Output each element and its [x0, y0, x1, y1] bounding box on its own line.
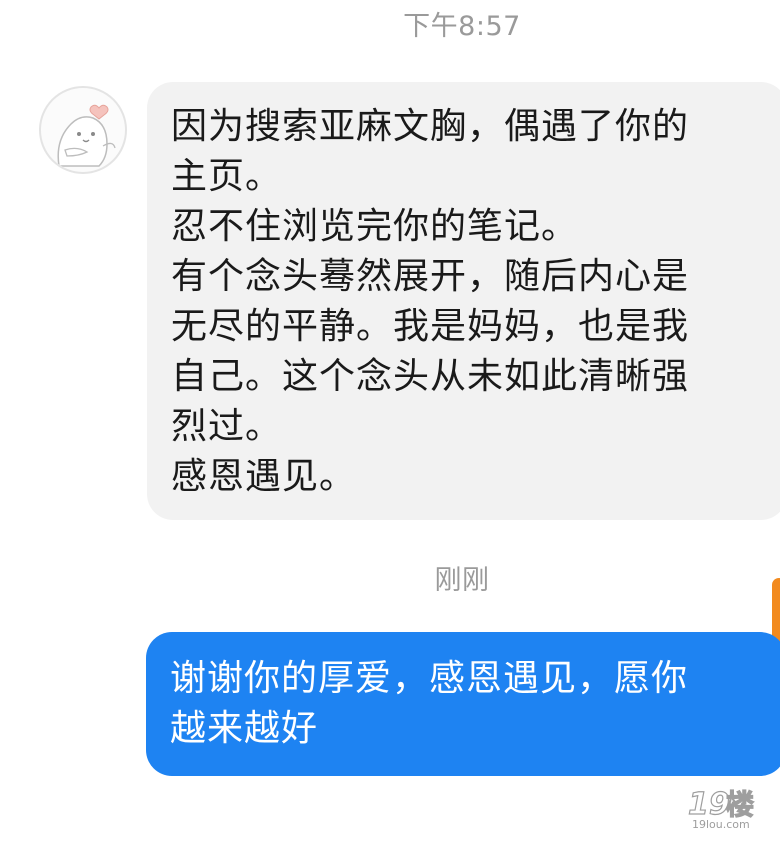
svg-text:19: 19	[688, 787, 730, 822]
contact-avatar[interactable]	[39, 86, 127, 174]
avatar-cartoon-icon	[57, 104, 116, 167]
svg-text:楼: 楼	[726, 788, 754, 821]
svg-text:19lou.com: 19lou.com	[692, 818, 750, 831]
timestamp-recent: 刚刚	[434, 565, 490, 596]
site-watermark-logo: 19 楼 19lou.com	[684, 782, 766, 832]
outgoing-message-bubble[interactable]: 谢谢你的厚爱，感恩遇见，愿你 越来越好	[146, 632, 780, 776]
watermark-logo-icon: 19 楼 19lou.com	[687, 786, 754, 831]
incoming-message-bubble[interactable]: 因为搜索亚麻文胸，偶遇了你的 主页。 忍不住浏览完你的笔记。 有个念头蓦然展开，…	[147, 82, 780, 520]
timestamp-top: 下午8:57	[403, 11, 521, 42]
